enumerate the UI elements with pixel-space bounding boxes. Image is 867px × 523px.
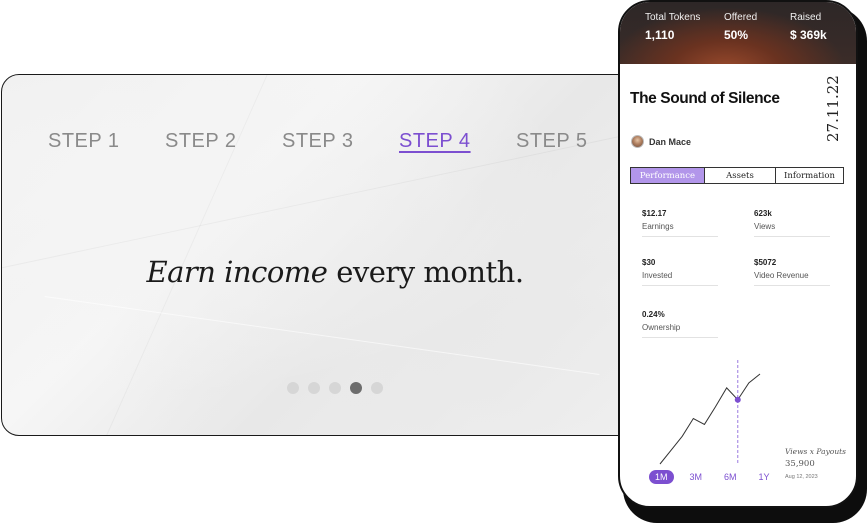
author-name: Dan Mace <box>649 136 692 147</box>
stat-offered: Offered 50% <box>724 12 757 42</box>
tab-information[interactable]: Information <box>776 168 843 183</box>
metric-label: Views <box>754 222 776 231</box>
tab-assets[interactable]: Assets <box>705 168 776 183</box>
metric-label: Video Revenue <box>754 271 809 280</box>
metric-invested: $30 Invested <box>642 258 718 286</box>
stat-label: Raised <box>790 12 822 23</box>
hero-banner: Total Tokens 1,110 Offered 50% Raised $ … <box>620 2 856 64</box>
step-1-tab[interactable]: STEP 1 <box>48 130 120 153</box>
stat-label: Total Tokens <box>645 12 701 23</box>
pagination-dot[interactable] <box>329 382 341 394</box>
onboarding-card: STEP 1 STEP 2 STEP 3 STEP 4 STEP 5 Earn … <box>1 74 641 436</box>
stat-total-tokens: Total Tokens 1,110 <box>645 12 700 42</box>
pagination-dot[interactable] <box>371 382 383 394</box>
metric-value: 0.24% <box>642 310 665 319</box>
asset-title: The Sound of Silence <box>630 90 780 107</box>
metric-views: 623k Views <box>754 209 830 237</box>
phone-mockup: Total Tokens 1,110 Offered 50% Raised $ … <box>618 0 858 508</box>
avatar <box>631 135 644 148</box>
headline: Earn income every month. <box>2 255 640 289</box>
step-2-tab[interactable]: STEP 2 <box>165 130 237 153</box>
metric-label: Invested <box>642 271 673 280</box>
metric-value: $12.17 <box>642 209 667 218</box>
metric-value: $5072 <box>754 258 777 267</box>
metric-video-revenue: $5072 Video Revenue <box>754 258 830 286</box>
chart-date: Aug 12, 2023 <box>785 474 818 480</box>
metric-value: $30 <box>642 258 656 267</box>
tab-performance[interactable]: Performance <box>631 168 705 183</box>
metric-value: 623k <box>754 209 772 218</box>
chart-value: 35,900 <box>785 459 815 469</box>
asset-date: 27.11.22 <box>824 75 842 142</box>
pagination-dot[interactable] <box>287 382 299 394</box>
step-4-tab[interactable]: STEP 4 <box>399 130 471 153</box>
author[interactable]: Dan Mace <box>631 135 691 148</box>
metric-label: Ownership <box>642 323 681 332</box>
metric-ownership: 0.24% Ownership <box>642 310 718 338</box>
pagination-dot-active[interactable] <box>350 382 362 394</box>
range-1m[interactable]: 1M <box>649 470 674 484</box>
headline-rest: every month. <box>327 255 524 289</box>
pagination-dot[interactable] <box>308 382 320 394</box>
stat-value: $ 369k <box>790 28 827 42</box>
chart-legend-title: Views x Payouts <box>785 447 847 456</box>
stat-value: 50% <box>724 28 749 42</box>
step-5-tab[interactable]: STEP 5 <box>516 130 588 153</box>
pagination-dots <box>287 382 383 394</box>
stat-label: Offered <box>724 12 758 23</box>
metric-label: Earnings <box>642 222 674 231</box>
chart-series-line <box>659 373 761 465</box>
headline-emphasis: Earn income <box>146 255 328 289</box>
chart-hover-point <box>734 396 741 403</box>
metric-earnings: $12.17 Earnings <box>642 209 718 237</box>
range-1y[interactable]: 1Y <box>753 470 776 484</box>
range-6m[interactable]: 6M <box>718 470 743 484</box>
stat-value: 1,110 <box>645 28 675 42</box>
detail-tabs: Performance Assets Information <box>630 167 844 184</box>
range-selector: 1M 3M 6M 1Y <box>649 470 776 484</box>
step-3-tab[interactable]: STEP 3 <box>282 130 354 153</box>
paper-crease <box>44 296 600 375</box>
range-3m[interactable]: 3M <box>684 470 709 484</box>
stat-raised: Raised $ 369k <box>790 12 827 42</box>
